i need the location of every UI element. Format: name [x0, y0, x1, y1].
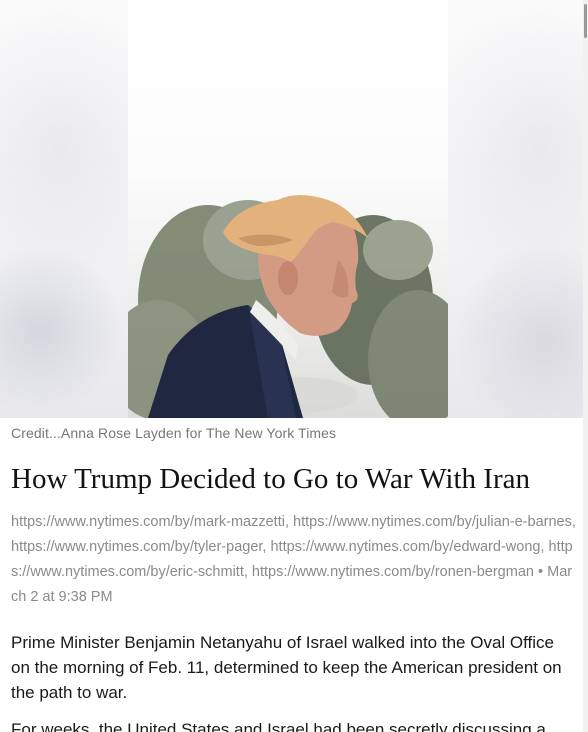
article-byline: https://www.nytimes.com/by/mark-mazzetti… — [11, 510, 577, 610]
article-photo — [128, 0, 448, 418]
hero-image — [0, 0, 583, 418]
scrollbar[interactable] — [583, 0, 588, 732]
article-paragraph: For weeks, the United States and Israel … — [11, 720, 546, 732]
article-paragraph: Prime Minister Benjamin Netanyahu of Isr… — [11, 633, 562, 702]
byline-separator: • — [538, 564, 544, 580]
byline-authors: https://www.nytimes.com/by/mark-mazzetti… — [11, 514, 576, 580]
article-body: Prime Minister Benjamin Netanyahu of Isr… — [11, 630, 577, 732]
photo-credit: Credit...Anna Rose Layden for The New Yo… — [11, 425, 337, 441]
article-headline: How Trump Decided to Go to War With Iran — [11, 463, 530, 495]
portrait-photo-icon — [128, 195, 448, 418]
scrollbar-thumb[interactable] — [584, 4, 587, 38]
